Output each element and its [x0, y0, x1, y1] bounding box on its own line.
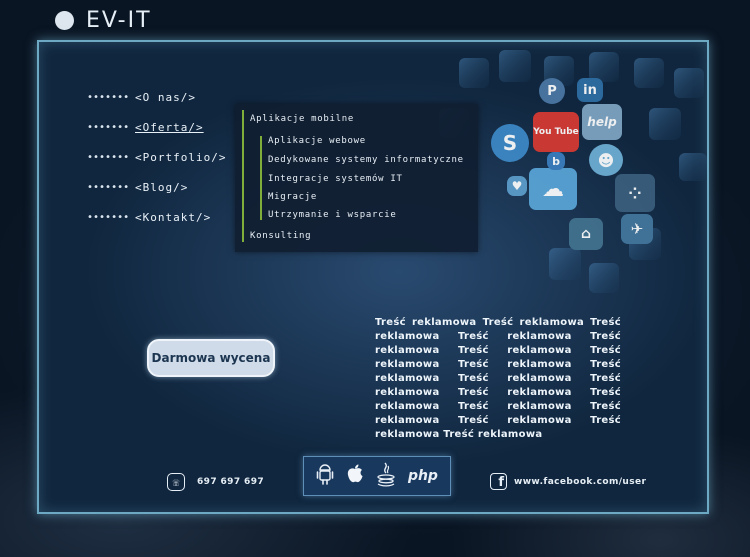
main-panel: You Tube help in P S ☁ ☻ ⌂ ⁘ ♥ ✈ b •••••… — [37, 40, 709, 514]
nav-item-o-nas[interactable]: ••••••• <O nas/> — [87, 82, 226, 112]
site-logo[interactable]: EV-IT — [55, 8, 152, 33]
dropdown-item-konsulting[interactable]: Konsulting — [250, 231, 311, 241]
cloud-icon: ☁ — [529, 168, 577, 210]
dropdown-accent-bar — [242, 110, 244, 242]
youtube-icon: You Tube — [533, 112, 579, 152]
nav-item-label: <Blog/> — [135, 180, 189, 194]
technologies-bar: php — [303, 456, 451, 496]
dropdown-item-integracje-systemow[interactable]: Integracje systemów IT — [268, 174, 403, 184]
php-icon: php — [407, 468, 438, 484]
logo-circle-icon — [55, 11, 74, 30]
bluetooth-icon: b — [547, 152, 565, 170]
main-nav: ••••••• <O nas/> ••••••• <Oferta/> •••••… — [87, 82, 226, 232]
phone-icon: ☏ — [167, 473, 185, 491]
nav-item-label: <O nas/> — [135, 90, 196, 104]
nav-bullet-dots: ••••••• — [87, 151, 130, 163]
nav-item-oferta[interactable]: ••••••• <Oferta/> — [87, 112, 226, 142]
dots-icon: ⁘ — [615, 174, 655, 212]
java-icon — [376, 461, 396, 491]
android-tile-icon: ⌂ — [569, 218, 603, 250]
nav-item-label: <Kontakt/> — [135, 210, 212, 224]
nav-bullet-dots: ••••••• — [87, 91, 130, 103]
linkedin-icon: in — [577, 78, 603, 102]
logo-text: EV-IT — [86, 8, 152, 33]
phone-contact[interactable]: ☏ 697 697 697 — [167, 473, 264, 491]
nav-item-label: <Oferta/> — [135, 120, 204, 134]
nav-item-label: <Portfolio/> — [135, 150, 227, 164]
plane-icon: ✈ — [621, 214, 653, 244]
reddit-icon: ☻ — [589, 144, 623, 176]
dropdown-submenu-bar — [260, 136, 262, 220]
oferta-dropdown-menu: Aplikacje mobilne Aplikacje webowe Dedyk… — [235, 104, 478, 252]
phone-number: 697 697 697 — [197, 477, 265, 487]
ad-text-block: Treść reklamowa Treść reklamowa Treść re… — [375, 317, 621, 440]
nav-bullet-dots: ••••••• — [87, 181, 130, 193]
nav-bullet-dots: ••••••• — [87, 121, 130, 133]
skype-icon: S — [491, 124, 529, 162]
heart-icon: ♥ — [507, 176, 527, 196]
nav-item-portfolio[interactable]: ••••••• <Portfolio/> — [87, 142, 226, 172]
dropdown-item-dedykowane-systemy[interactable]: Dedykowane systemy informatyczne — [268, 155, 464, 165]
android-icon — [316, 463, 334, 489]
pinterest-icon: P — [539, 78, 565, 104]
apple-icon — [346, 464, 364, 488]
help-icon: help — [582, 104, 622, 140]
dropdown-item-utrzymanie-wsparcie[interactable]: Utrzymanie i wsparcie — [268, 210, 397, 220]
dropdown-item-aplikacje-mobilne[interactable]: Aplikacje mobilne — [250, 114, 354, 124]
nav-item-blog[interactable]: ••••••• <Blog/> — [87, 172, 226, 202]
free-quote-button[interactable]: Darmowa wycena — [147, 339, 275, 377]
facebook-icon: f — [490, 473, 507, 490]
dropdown-item-migracje[interactable]: Migracje — [268, 192, 317, 202]
dropdown-item-aplikacje-webowe[interactable]: Aplikacje webowe — [268, 136, 366, 146]
nav-item-kontakt[interactable]: ••••••• <Kontakt/> — [87, 202, 226, 232]
facebook-link[interactable]: f www.facebook.com/user — [490, 473, 646, 490]
facebook-url: www.facebook.com/user — [514, 476, 647, 487]
nav-bullet-dots: ••••••• — [87, 211, 130, 223]
